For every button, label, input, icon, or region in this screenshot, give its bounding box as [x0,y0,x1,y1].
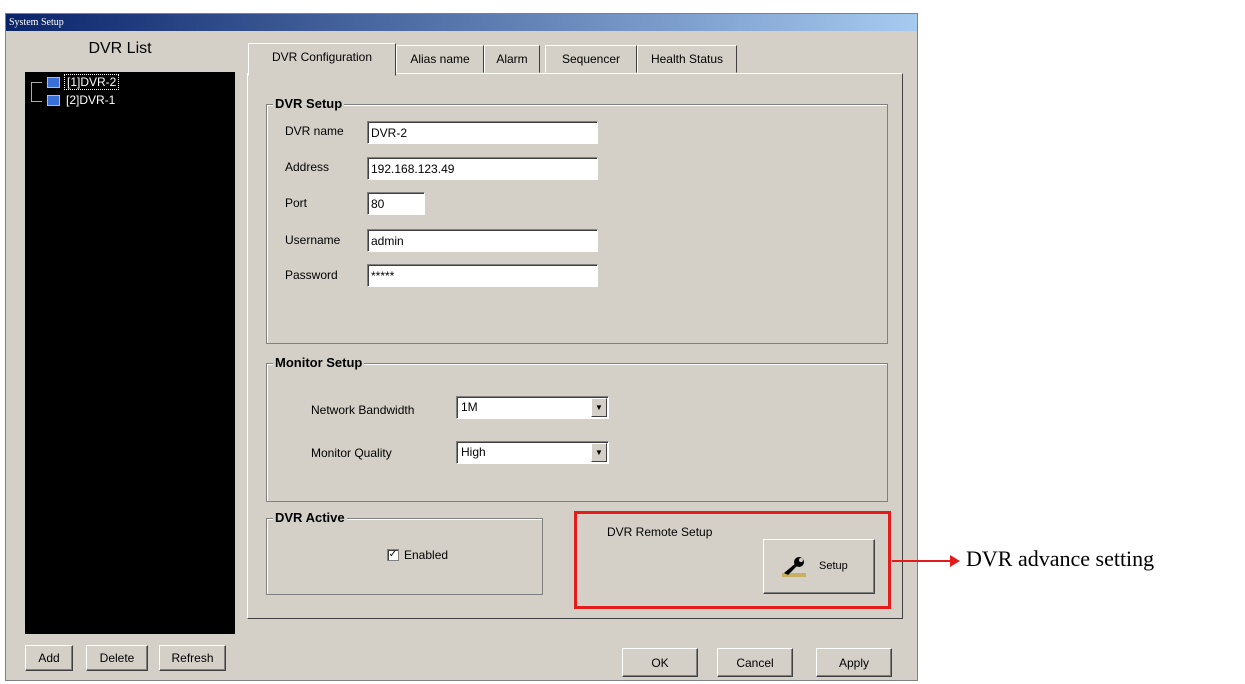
username-input[interactable] [367,229,598,252]
refresh-button[interactable]: Refresh [159,645,226,671]
tab-alarm[interactable]: Alarm [484,45,540,73]
monitor-quality-select[interactable]: High ▼ [456,441,609,464]
tree-item-label: [1]DVR-2 [64,74,120,90]
cancel-button[interactable]: Cancel [717,648,793,677]
monitor-setup-group: Monitor Setup [266,355,888,502]
tab-alias-name[interactable]: Alias name [396,45,484,73]
dropdown-arrow-icon[interactable]: ▼ [591,443,607,462]
monitor-quality-label: Monitor Quality [311,446,392,460]
network-bandwidth-select[interactable]: 1M ▼ [456,396,609,419]
address-input[interactable] [367,157,598,180]
username-label: Username [285,233,341,247]
tab-dvr-configuration[interactable]: DVR Configuration [248,43,396,76]
port-label: Port [285,196,308,210]
dvr-active-title: DVR Active [273,510,347,525]
monitor-icon [47,94,60,106]
dropdown-arrow-icon[interactable]: ▼ [591,398,607,417]
password-label: Password [285,268,338,282]
address-label: Address [285,160,330,174]
delete-button[interactable]: Delete [86,645,148,671]
network-bandwidth-value: 1M [461,400,478,414]
add-button[interactable]: Add [25,645,73,671]
monitor-setup-title: Monitor Setup [273,355,365,370]
dvr-name-label: DVR name [285,124,344,138]
dvr-list-title: DVR List [88,40,152,57]
apply-button[interactable]: Apply [816,648,892,677]
dvr-setup-title: DVR Setup [273,96,345,111]
tree-connector [31,82,42,102]
tab-sequencer[interactable]: Sequencer [545,45,637,73]
enabled-label: Enabled [404,548,449,562]
dvr-list-panel: DVR List [1]DVR-2 [2]DVR-1 [8,30,235,640]
annotation-arrow-line [892,560,952,562]
tab-health-status[interactable]: Health Status [637,45,737,73]
password-input[interactable] [367,264,598,287]
highlight-box [574,511,891,609]
monitor-quality-value: High [461,445,486,459]
annotation-text: DVR advance setting [966,546,1155,571]
network-bandwidth-label: Network Bandwidth [311,403,415,417]
window-title: System Setup [6,14,917,31]
monitor-icon [47,76,60,88]
arrow-right-icon [950,555,960,567]
tree-item-label: [2]DVR-1 [66,93,116,107]
dvr-tree[interactable]: [1]DVR-2 [2]DVR-1 [25,72,235,634]
tree-item-dvr-1[interactable]: [2]DVR-1 [47,91,117,109]
ok-button[interactable]: OK [622,648,698,677]
dvr-name-input[interactable] [367,121,598,144]
enabled-checkbox[interactable]: ✓ [387,549,399,561]
tree-item-dvr-2[interactable]: [1]DVR-2 [47,73,120,91]
port-input[interactable] [367,192,425,215]
